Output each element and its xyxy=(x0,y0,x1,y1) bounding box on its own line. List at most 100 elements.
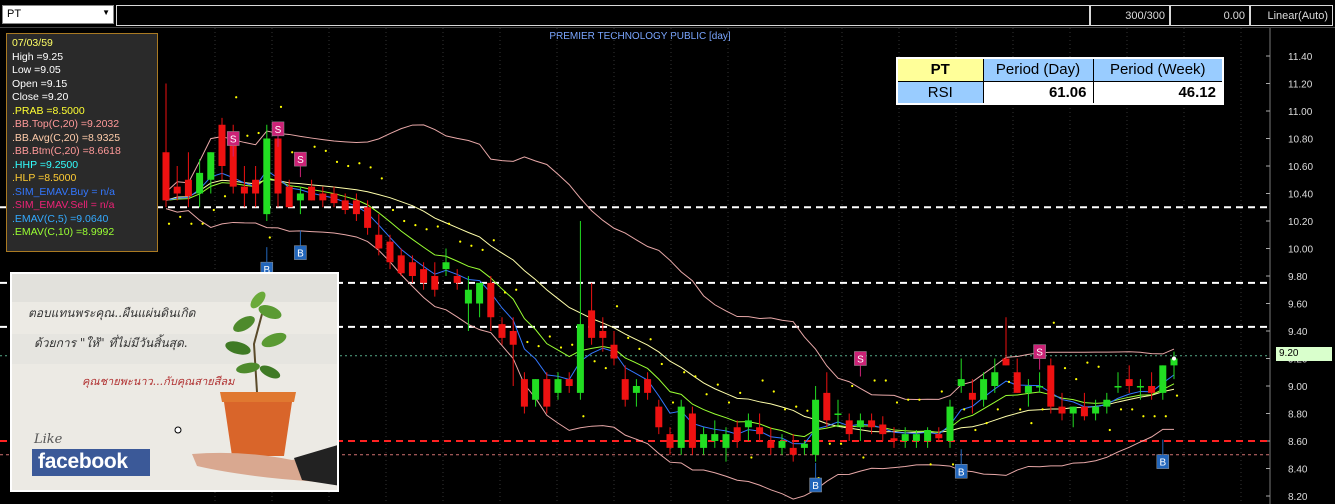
candle-body xyxy=(196,172,204,194)
sar-dot xyxy=(1007,380,1011,383)
candle-body xyxy=(890,438,898,441)
candle-body xyxy=(879,424,887,435)
candle-body xyxy=(263,138,271,215)
scale-mode-button[interactable]: Linear(Auto) xyxy=(1250,5,1333,26)
candle-body xyxy=(946,406,954,441)
sar-dot xyxy=(481,248,484,251)
candle-body xyxy=(789,447,797,455)
price-axis-label: 9.40 xyxy=(1288,327,1308,338)
candle-body xyxy=(554,379,562,393)
sar-dot xyxy=(593,360,596,363)
price-axis-label: 10.40 xyxy=(1288,190,1313,201)
command-field[interactable] xyxy=(116,5,1090,26)
sar-dot xyxy=(705,393,708,396)
candle-body xyxy=(834,413,842,415)
sar-dot xyxy=(380,177,383,180)
chart-title: PREMIER TECHNOLOGY PUBLIC [day] xyxy=(549,31,731,42)
sar-dot xyxy=(369,166,372,169)
candle-body xyxy=(252,179,260,194)
sar-dot xyxy=(638,347,641,350)
rsi-week-value: 46.12 xyxy=(1092,80,1224,105)
candle-body xyxy=(509,331,517,345)
signal-label: B xyxy=(958,467,965,478)
sar-dot xyxy=(403,219,406,223)
facebook-promo-image[interactable]: ตอบแทนพระคุณ..ผืนแผ่นดินเกิด ด้วยการ "ให… xyxy=(10,272,339,492)
sar-dot xyxy=(750,456,753,459)
sar-dot xyxy=(1131,408,1134,411)
rsi-col-week: Period (Week) xyxy=(1092,57,1224,82)
info-bb-btm: .BB.Btm(C,20) =8.6618 xyxy=(12,145,121,157)
candle-body xyxy=(800,443,808,448)
sar-dot xyxy=(335,160,339,163)
candle-body xyxy=(1047,365,1055,407)
sar-dot xyxy=(974,428,977,432)
candle-body xyxy=(756,427,764,435)
price-axis-label: 9.60 xyxy=(1288,300,1308,311)
promo-like: Like xyxy=(34,432,63,447)
candle-body xyxy=(476,282,484,304)
sar-dot xyxy=(615,305,619,308)
info-date: 07/03/59 xyxy=(12,37,53,49)
sar-dot xyxy=(571,343,574,346)
candle-body xyxy=(935,434,943,439)
sar-dot xyxy=(414,224,417,227)
symbol-dropdown[interactable]: PT ▼ xyxy=(2,5,114,24)
value-readout: 0.00 xyxy=(1170,5,1250,26)
sar-dot xyxy=(190,222,193,225)
sar-dot xyxy=(772,390,775,393)
sar-dot xyxy=(246,134,249,137)
candle-body xyxy=(184,179,192,197)
price-axis-label: 10.00 xyxy=(1288,245,1313,256)
candle-body xyxy=(722,434,730,448)
price-axis-label: 11.40 xyxy=(1288,52,1313,63)
signal-label: B xyxy=(812,481,819,492)
candle-body xyxy=(991,372,999,386)
candle-body xyxy=(319,193,327,201)
candle-body xyxy=(688,413,696,448)
sar-dot xyxy=(739,391,742,394)
candle-body xyxy=(487,282,495,318)
candle-body xyxy=(744,420,752,428)
candle-body xyxy=(1114,386,1122,388)
info-close: Close =9.20 xyxy=(12,91,69,103)
candle-body xyxy=(621,379,629,400)
rsi-day-value: 61.06 xyxy=(982,80,1094,105)
sar-dot xyxy=(391,208,395,212)
sar-dot xyxy=(526,340,529,344)
candle-body xyxy=(812,399,820,455)
candle-body xyxy=(375,234,383,249)
candle-body xyxy=(588,310,596,338)
sar-dot xyxy=(201,222,204,225)
candle-body xyxy=(666,434,674,448)
candle-body xyxy=(397,255,405,274)
candle-body xyxy=(677,406,685,448)
candle-body xyxy=(1036,386,1044,388)
info-prab: .PRAB =8.5000 xyxy=(12,104,85,117)
candle-body xyxy=(420,269,428,283)
sar-dot xyxy=(425,228,428,231)
price-axis-label: 11.20 xyxy=(1288,80,1313,91)
sar-dot xyxy=(1086,361,1089,364)
sar-dot xyxy=(537,345,540,348)
sar-dot xyxy=(347,164,350,168)
candle-body xyxy=(1080,406,1088,417)
candle-body xyxy=(442,262,450,270)
sar-dot xyxy=(1052,321,1055,324)
candle-body xyxy=(1024,386,1032,393)
sar-dot xyxy=(1030,422,1033,425)
sar-dot xyxy=(907,398,910,401)
sar-dot xyxy=(1041,408,1044,411)
sar-dot xyxy=(761,379,764,382)
sar-dot xyxy=(694,375,697,378)
sar-dot xyxy=(839,442,843,445)
price-axis-label: 8.60 xyxy=(1288,437,1308,448)
sar-dot xyxy=(279,105,283,108)
candle-body xyxy=(408,262,416,276)
sar-dot xyxy=(851,384,854,388)
candle-body xyxy=(162,152,170,201)
rsi-label: RSI xyxy=(896,80,984,105)
candle-body xyxy=(296,193,304,201)
sar-dot xyxy=(918,398,921,401)
candle-body xyxy=(968,392,976,400)
sar-dot xyxy=(806,409,809,412)
